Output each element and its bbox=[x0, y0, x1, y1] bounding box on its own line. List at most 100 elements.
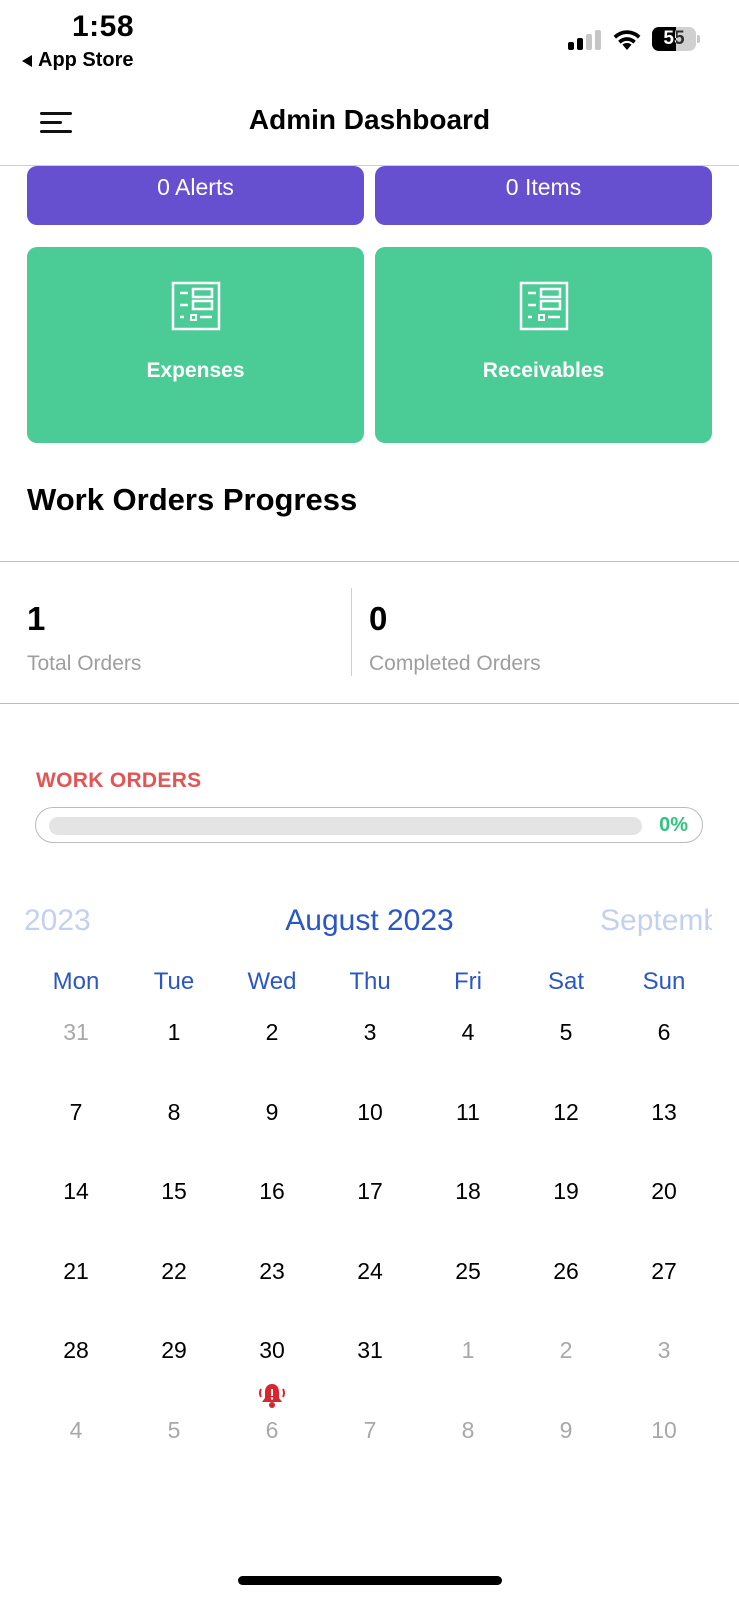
weekday-label: Tue bbox=[153, 968, 195, 995]
calendar-day[interactable]: 31 bbox=[321, 1324, 419, 1404]
total-orders-value: 1 bbox=[27, 600, 46, 637]
calendar-day-number: 6 bbox=[657, 1019, 671, 1045]
calendar-day[interactable]: 16 bbox=[223, 1165, 321, 1245]
calendar-day[interactable]: 26 bbox=[517, 1245, 615, 1325]
calendar-day[interactable]: 19 bbox=[517, 1165, 615, 1245]
calendar-day[interactable]: 28 bbox=[27, 1324, 125, 1404]
calendar-day-number: 12 bbox=[553, 1098, 579, 1125]
calendar-day[interactable]: 24 bbox=[321, 1245, 419, 1325]
calendar-day-number: 30 bbox=[259, 1337, 285, 1363]
calendar-day-number: 5 bbox=[167, 1416, 181, 1443]
calendar-day[interactable]: 2 bbox=[223, 1006, 321, 1086]
calendar-day[interactable]: 6 bbox=[223, 1404, 321, 1484]
stat-divider bbox=[351, 588, 352, 676]
calendar-day[interactable]: 6 bbox=[615, 1006, 713, 1086]
calendar-day[interactable]: 3 bbox=[321, 1006, 419, 1086]
calendar-day-number: 9 bbox=[265, 1098, 279, 1125]
calendar-day[interactable]: 9 bbox=[223, 1086, 321, 1166]
calendar-day[interactable]: 17 bbox=[321, 1165, 419, 1245]
calendar-day[interactable]: 23 bbox=[223, 1245, 321, 1325]
calendar-week-row: 21 22 23 24 25 26 27 bbox=[27, 1245, 713, 1325]
weekday-row: Mon Tue Wed Thu Fri Sat Sun bbox=[27, 960, 713, 1006]
calendar-day[interactable]: 31 bbox=[27, 1006, 125, 1086]
calendar-day[interactable]: 4 bbox=[27, 1404, 125, 1484]
calendar-day[interactable]: 3 bbox=[615, 1324, 713, 1404]
calendar-day[interactable]: 10 bbox=[615, 1404, 713, 1484]
calendar-day[interactable]: 25 bbox=[419, 1245, 517, 1325]
calendar-day[interactable]: 8 bbox=[419, 1404, 517, 1484]
expenses-label: Expenses bbox=[146, 359, 245, 382]
calendar-day-number: 18 bbox=[455, 1178, 481, 1204]
calendar-day[interactable]: 18 bbox=[419, 1165, 517, 1245]
weekday-label: Thu bbox=[349, 968, 391, 995]
page-title: Admin Dashboard bbox=[248, 104, 491, 135]
progress-percent: 0% bbox=[659, 814, 688, 836]
items-count: 0 Items bbox=[505, 174, 582, 200]
calendar-day-number: 7 bbox=[69, 1098, 83, 1125]
battery-icon: 55 bbox=[652, 27, 700, 51]
weekday-label: Sun bbox=[642, 968, 686, 995]
weekday-label: Mon bbox=[52, 968, 100, 995]
calendar-day[interactable]: 11 bbox=[419, 1086, 517, 1166]
calendar-grid: Mon Tue Wed Thu Fri Sat Sun 31 1 2 3 4 5 6 7 8 9 10 11 12 1… bbox=[27, 960, 713, 1483]
calendar-day[interactable]: 22 bbox=[125, 1245, 223, 1325]
calendar-day[interactable]: 30 bbox=[223, 1324, 321, 1408]
calendar-day-number: 22 bbox=[161, 1257, 187, 1284]
divider bbox=[0, 703, 739, 704]
calendar-day[interactable]: 1 bbox=[125, 1006, 223, 1086]
weekday-label: Sat bbox=[547, 968, 585, 995]
calendar-day[interactable]: 12 bbox=[517, 1086, 615, 1166]
calendar-day-number: 8 bbox=[167, 1098, 181, 1125]
calendar-week-row: 4 5 6 7 8 9 10 bbox=[27, 1404, 713, 1484]
calendar-day[interactable]: 21 bbox=[27, 1245, 125, 1325]
calendar-day-number: 28 bbox=[63, 1337, 89, 1363]
work-orders-progress-label: WORK ORDERS bbox=[36, 769, 202, 792]
divider bbox=[0, 561, 739, 562]
items-card[interactable]: 0 Items bbox=[375, 166, 712, 225]
home-indicator bbox=[238, 1576, 502, 1585]
calendar-day[interactable]: 14 bbox=[27, 1165, 125, 1245]
calendar-day-number: 7 bbox=[363, 1416, 377, 1443]
calendar-day-number: 4 bbox=[69, 1416, 83, 1443]
calendar-day[interactable]: 7 bbox=[27, 1086, 125, 1166]
calendar-day[interactable]: 2 bbox=[517, 1324, 615, 1404]
calendar-day-number: 26 bbox=[553, 1257, 579, 1284]
calendar-day-number: 20 bbox=[651, 1178, 677, 1204]
calendar-day-number: 16 bbox=[259, 1178, 285, 1204]
calendar-day[interactable]: 9 bbox=[517, 1404, 615, 1484]
calendar-day[interactable]: 1 bbox=[419, 1324, 517, 1404]
expenses-card[interactable]: Expenses bbox=[27, 247, 364, 443]
calendar-day[interactable]: 27 bbox=[615, 1245, 713, 1325]
calendar-day[interactable]: 29 bbox=[125, 1324, 223, 1404]
total-orders-label: Total Orders bbox=[27, 652, 142, 675]
calendar-day-number: 11 bbox=[456, 1098, 480, 1125]
calendar-day-number: 13 bbox=[651, 1098, 677, 1125]
calendar-day-number: 10 bbox=[651, 1416, 677, 1443]
calendar-day-number: 10 bbox=[357, 1098, 383, 1125]
calendar-day[interactable]: 20 bbox=[615, 1165, 713, 1245]
calendar-day-number: 8 bbox=[461, 1416, 475, 1443]
cellular-signal-icon bbox=[568, 30, 602, 50]
back-to-app-store[interactable]: App Store bbox=[22, 49, 134, 72]
wifi-icon bbox=[613, 30, 641, 50]
calendar-day-number: 2 bbox=[265, 1019, 279, 1045]
calendar-day-number: 3 bbox=[363, 1019, 377, 1045]
calendar-day-number: 5 bbox=[559, 1019, 573, 1045]
calendar-day-number: 19 bbox=[553, 1178, 579, 1204]
calendar-day-number: 6 bbox=[265, 1416, 279, 1443]
calendar-day[interactable]: 5 bbox=[517, 1006, 615, 1086]
calendar-day[interactable]: 15 bbox=[125, 1165, 223, 1245]
calendar-day[interactable]: 13 bbox=[615, 1086, 713, 1166]
calendar-day[interactable]: 8 bbox=[125, 1086, 223, 1166]
receivables-label: Receivables bbox=[482, 359, 605, 382]
app-header: Admin Dashboard bbox=[0, 80, 739, 166]
receivables-card[interactable]: Receivables bbox=[375, 247, 712, 443]
calendar-day[interactable]: 7 bbox=[321, 1404, 419, 1484]
calendar-day[interactable]: 4 bbox=[419, 1006, 517, 1086]
calendar-day[interactable]: 10 bbox=[321, 1086, 419, 1166]
calendar-day-number: 1 bbox=[461, 1337, 475, 1363]
next-month[interactable]: September 2023 bbox=[600, 904, 712, 938]
alerts-card[interactable]: 0 Alerts bbox=[27, 166, 364, 225]
calendar-day[interactable]: 5 bbox=[125, 1404, 223, 1484]
calendar-day-number: 17 bbox=[357, 1178, 383, 1204]
